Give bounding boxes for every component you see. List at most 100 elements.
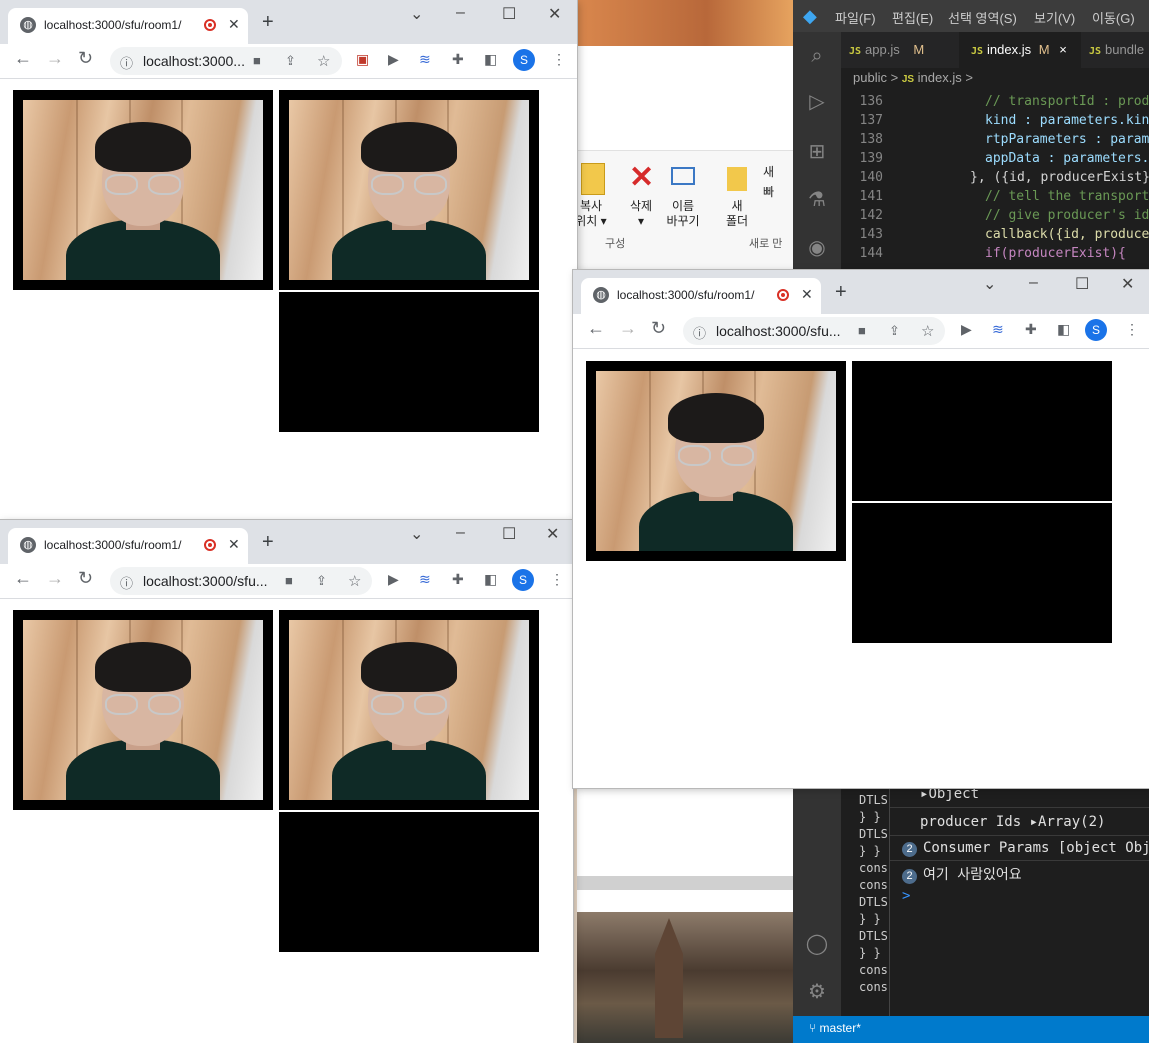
terminal-line: } } <box>859 844 881 858</box>
more-menu-icon[interactable]: ⋮ <box>550 571 564 588</box>
debug-producer-ids[interactable]: producer Ids ▸Array(2) <box>920 814 1105 830</box>
chevron-down-icon[interactable]: ⌄ <box>983 274 996 294</box>
close-icon[interactable]: × <box>1059 42 1067 57</box>
git-graph-icon[interactable]: ◉ <box>805 236 829 260</box>
extension-media-icon[interactable]: ▶ <box>388 51 399 68</box>
js-file-icon: JS <box>971 46 984 57</box>
profile-avatar[interactable]: S <box>1085 319 1107 341</box>
profile-avatar[interactable]: S <box>513 49 535 71</box>
browser-tab[interactable]: ◍ localhost:3000/sfu/room1/ ✕ <box>8 8 248 44</box>
browser-tab[interactable]: ◍ localhost:3000/sfu/room1/ ✕ <box>8 528 248 564</box>
minimize-button[interactable]: – <box>1029 274 1038 292</box>
close-window-button[interactable]: ✕ <box>1121 274 1134 294</box>
ribbon-easy-access[interactable]: 빠 <box>763 185 774 200</box>
debug-object-entry[interactable]: ▸Object <box>920 786 979 802</box>
terminal-line: cons <box>859 980 888 994</box>
url-text: localhost:3000/sfu... <box>716 323 841 339</box>
tab-bundle[interactable]: JS bundle <box>1089 32 1149 68</box>
close-window-button[interactable]: ✕ <box>548 4 561 24</box>
extension-wave-icon[interactable]: ≋ <box>992 321 1004 338</box>
account-icon[interactable]: ◯ <box>805 932 829 956</box>
close-tab-icon[interactable]: ✕ <box>228 536 240 553</box>
extensions-puzzle-icon[interactable]: ✚ <box>452 51 464 68</box>
extensions-puzzle-icon[interactable]: ✚ <box>1025 321 1037 338</box>
close-tab-icon[interactable]: ✕ <box>801 286 813 303</box>
ribbon-new-item[interactable]: 새 <box>763 165 774 180</box>
ribbon-new-folder[interactable]: 새 폴더 <box>719 199 755 229</box>
camera-icon[interactable]: ■ <box>253 53 261 68</box>
tab-app-js[interactable]: JS app.js M <box>849 32 959 68</box>
menu-view[interactable]: 보기(V) <box>1034 8 1075 27</box>
bookmark-star-icon[interactable]: ☆ <box>317 52 330 70</box>
back-icon[interactable]: ← <box>14 568 32 589</box>
more-menu-icon[interactable]: ⋮ <box>1125 321 1139 338</box>
extension-wave-icon[interactable]: ≋ <box>419 51 431 68</box>
chevron-down-icon[interactable]: ⌄ <box>410 524 423 544</box>
extensions-icon[interactable]: ⊞ <box>805 140 829 164</box>
forward-icon[interactable]: → <box>46 48 64 69</box>
camera-icon[interactable]: ■ <box>285 573 293 588</box>
status-branch[interactable]: ⑂ master* <box>809 1021 861 1035</box>
menu-file[interactable]: 파일(F) <box>835 8 876 27</box>
line-number: 141 <box>859 189 883 204</box>
minimize-button[interactable]: – <box>456 524 465 542</box>
run-debug-icon[interactable]: ▷ <box>805 90 829 114</box>
profile-avatar[interactable]: S <box>512 569 534 591</box>
share-icon[interactable]: ⇪ <box>889 323 900 339</box>
extensions-puzzle-icon[interactable]: ✚ <box>452 571 464 588</box>
menu-edit[interactable]: 편집(E) <box>892 8 933 27</box>
extension-media-icon[interactable]: ▶ <box>388 571 399 588</box>
terminal-line: cons <box>859 861 888 875</box>
settings-gear-icon[interactable]: ⚙ <box>805 980 829 1004</box>
breadcrumb-folder[interactable]: public <box>853 70 887 85</box>
forward-icon[interactable]: → <box>46 568 64 589</box>
menu-selection[interactable]: 선택 영역(S) <box>948 8 1017 27</box>
breadcrumb-file[interactable]: index.js <box>918 70 962 85</box>
reload-icon[interactable]: ↻ <box>78 568 93 589</box>
tab-strip: ◍ localhost:3000/sfu/room1/ ✕ + ⌄ – ☐ ✕ <box>573 270 1149 314</box>
line-number: 143 <box>859 227 883 242</box>
address-bar[interactable]: ⓘ localhost:3000/sfu... ■ ⇪ ☆ <box>683 317 945 345</box>
testing-icon[interactable]: ⚗ <box>805 188 829 212</box>
tab-title: localhost:3000/sfu/room1/ <box>44 538 182 552</box>
new-tab-button[interactable]: + <box>835 281 847 304</box>
reload-icon[interactable]: ↻ <box>78 48 93 69</box>
close-window-button[interactable]: ✕ <box>546 524 559 544</box>
more-menu-icon[interactable]: ⋮ <box>552 51 566 68</box>
video-remote-1 <box>852 361 1112 501</box>
share-icon[interactable]: ⇪ <box>285 53 296 69</box>
new-tab-button[interactable]: + <box>262 531 274 554</box>
address-bar[interactable]: ⓘ localhost:3000... ■ ⇪ ☆ <box>110 47 342 75</box>
extension-red-icon[interactable]: ▣ <box>356 51 369 68</box>
search-icon[interactable]: ⌕ <box>805 44 829 68</box>
side-panel-icon[interactable]: ◧ <box>484 51 497 68</box>
debug-prompt[interactable]: > <box>902 888 910 904</box>
browser-tab[interactable]: ◍ localhost:3000/sfu/room1/ ✕ <box>581 278 821 314</box>
extension-wave-icon[interactable]: ≋ <box>419 571 431 588</box>
maximize-button[interactable]: ☐ <box>1075 274 1089 294</box>
chevron-down-icon[interactable]: ⌄ <box>410 4 423 24</box>
side-panel-icon[interactable]: ◧ <box>484 571 497 588</box>
ribbon-rename[interactable]: 이름 바꾸기 <box>663 199 703 229</box>
new-tab-button[interactable]: + <box>262 11 274 34</box>
back-icon[interactable]: ← <box>14 48 32 69</box>
side-panel-icon[interactable]: ◧ <box>1057 321 1070 338</box>
forward-icon[interactable]: → <box>619 318 637 339</box>
back-icon[interactable]: ← <box>587 318 605 339</box>
bookmark-star-icon[interactable]: ☆ <box>921 322 934 340</box>
camera-icon[interactable]: ■ <box>858 323 866 338</box>
extension-media-icon[interactable]: ▶ <box>961 321 972 338</box>
address-bar[interactable]: ⓘ localhost:3000/sfu... ■ ⇪ ☆ <box>110 567 372 595</box>
minimize-button[interactable]: – <box>456 4 465 22</box>
explorer-scrollbar[interactable] <box>577 876 793 890</box>
close-tab-icon[interactable]: ✕ <box>228 16 240 33</box>
bookmark-star-icon[interactable]: ☆ <box>348 572 361 590</box>
ribbon-copy-path[interactable]: 복사 위치 ▾ <box>573 199 609 229</box>
ribbon-delete[interactable]: 삭제 ▾ <box>623 199 659 229</box>
share-icon[interactable]: ⇪ <box>316 573 327 589</box>
maximize-button[interactable]: ☐ <box>502 4 516 24</box>
menu-go[interactable]: 이동(G) <box>1092 8 1135 27</box>
maximize-button[interactable]: ☐ <box>502 524 516 544</box>
tab-index-js[interactable]: JS index.js M × <box>959 32 1081 68</box>
reload-icon[interactable]: ↻ <box>651 318 666 339</box>
